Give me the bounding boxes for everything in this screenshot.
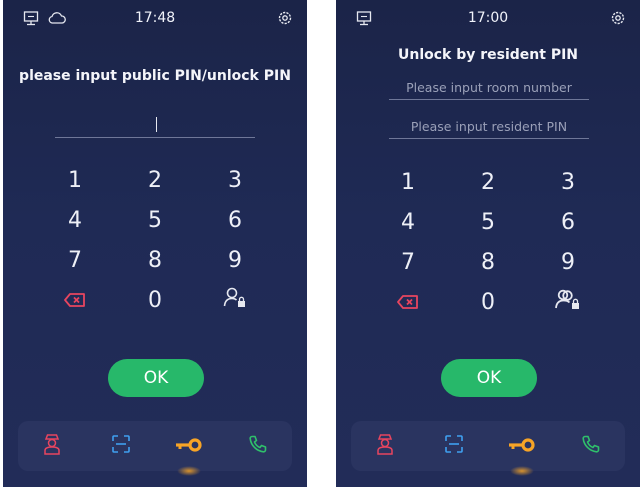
key-9[interactable]: 9 [195, 240, 275, 280]
ok-button[interactable]: OK [441, 359, 537, 397]
room-number-input[interactable]: Please input room number [389, 77, 589, 100]
key-1[interactable]: 1 [35, 160, 115, 200]
clock: 17:00 [467, 10, 509, 26]
key-3[interactable]: 3 [195, 160, 275, 200]
page-title: please input public PIN/unlock PIN [19, 68, 291, 84]
phone-icon [248, 434, 268, 458]
delete-icon [397, 290, 419, 315]
nav-scan[interactable] [430, 424, 478, 468]
resident-pin-key[interactable] [195, 280, 275, 320]
key-6[interactable]: 6 [195, 200, 275, 240]
nav-scan[interactable] [97, 424, 145, 468]
residents-lock-icon [555, 288, 581, 316]
keypad: 1 2 3 4 5 6 7 8 9 0 [3, 160, 307, 320]
resident-pin-key[interactable] [528, 282, 608, 322]
keypad: 1 2 3 4 5 6 7 8 9 0 [336, 162, 640, 322]
ok-button[interactable]: OK [108, 359, 204, 397]
key-2[interactable]: 2 [448, 162, 528, 202]
key-3[interactable]: 3 [528, 162, 608, 202]
screen-resident-pin: 17:00 Unlock by resident PIN Please inpu… [336, 0, 640, 487]
status-bar: 17:00 [336, 0, 640, 36]
key-4[interactable]: 4 [35, 200, 115, 240]
visitor-icon [43, 433, 61, 459]
nav-unlock[interactable] [498, 424, 546, 476]
phone-icon [581, 434, 601, 458]
delete-icon [64, 288, 86, 313]
clock: 17:48 [134, 10, 176, 26]
key-icon [175, 437, 203, 456]
status-bar: 17:48 [3, 0, 307, 36]
key-8[interactable]: 8 [115, 240, 195, 280]
visitor-icon [376, 433, 394, 459]
nav-visitor[interactable] [361, 424, 409, 468]
delete-key[interactable] [368, 282, 448, 322]
key-7[interactable]: 7 [368, 242, 448, 282]
key-2[interactable]: 2 [115, 160, 195, 200]
key-1[interactable]: 1 [368, 162, 448, 202]
key-7[interactable]: 7 [35, 240, 115, 280]
key-5[interactable]: 5 [448, 202, 528, 242]
pin-input[interactable] [55, 115, 255, 138]
key-icon [508, 437, 536, 456]
page-title: Unlock by resident PIN [397, 47, 579, 63]
resident-pin-input[interactable]: Please input resident PIN [389, 116, 589, 139]
key-6[interactable]: 6 [528, 202, 608, 242]
gear-icon[interactable] [277, 10, 293, 30]
key-0[interactable]: 0 [448, 282, 528, 322]
scan-icon [444, 434, 464, 458]
text-cursor [156, 117, 157, 132]
key-9[interactable]: 9 [528, 242, 608, 282]
screen-public-pin: 17:48 please input public PIN/unlock PIN… [3, 0, 307, 487]
key-4[interactable]: 4 [368, 202, 448, 242]
bottom-nav [18, 421, 292, 476]
key-5[interactable]: 5 [115, 200, 195, 240]
delete-key[interactable] [35, 280, 115, 320]
nav-visitor[interactable] [28, 424, 76, 468]
nav-unlock[interactable] [165, 424, 213, 476]
nav-call[interactable] [567, 424, 615, 468]
scan-icon [111, 434, 131, 458]
nav-call[interactable] [234, 424, 282, 468]
key-0[interactable]: 0 [115, 280, 195, 320]
bottom-nav [351, 421, 625, 476]
resident-lock-icon [223, 286, 247, 314]
key-8[interactable]: 8 [448, 242, 528, 282]
gear-icon[interactable] [610, 10, 626, 30]
